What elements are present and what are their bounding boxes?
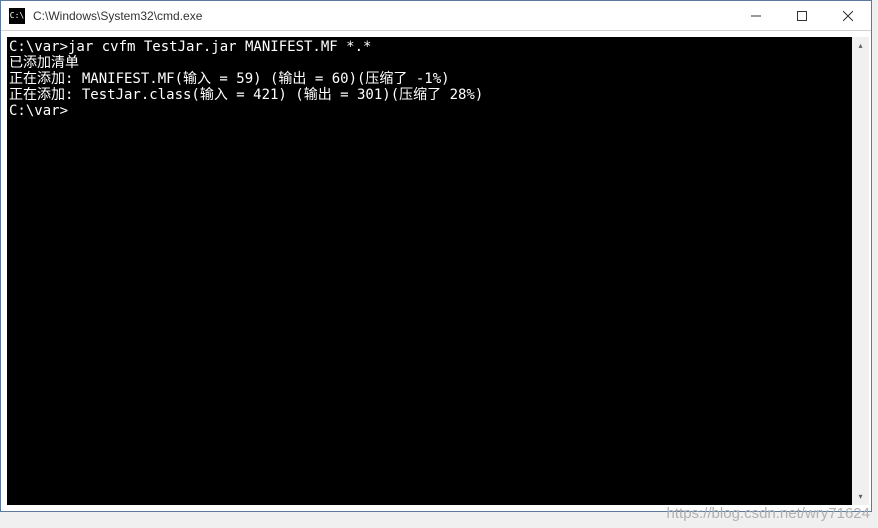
terminal-line: 正在添加: TestJar.class(输入 = 421) (输出 = 301)… (9, 87, 852, 103)
minimize-icon (751, 11, 761, 21)
titlebar[interactable]: C:\ C:\Windows\System32\cmd.exe (1, 1, 871, 31)
close-icon (843, 11, 853, 21)
maximize-icon (797, 11, 807, 21)
terminal-line: C:\var>jar cvfm TestJar.jar MANIFEST.MF … (9, 39, 852, 55)
terminal-line: 已添加清单 (9, 55, 852, 71)
content-area: C:\var>jar cvfm TestJar.jar MANIFEST.MF … (1, 31, 871, 511)
terminal-line: C:\var> (9, 103, 852, 119)
app-icon-label: C:\ (10, 11, 24, 20)
close-button[interactable] (825, 1, 871, 30)
app-icon: C:\ (9, 8, 25, 24)
window-controls (733, 1, 871, 30)
maximize-button[interactable] (779, 1, 825, 30)
terminal[interactable]: C:\var>jar cvfm TestJar.jar MANIFEST.MF … (7, 37, 852, 505)
scroll-up-icon[interactable]: ▴ (852, 37, 869, 54)
terminal-line: 正在添加: MANIFEST.MF(输入 = 59) (输出 = 60)(压缩了… (9, 71, 852, 87)
vertical-scrollbar[interactable]: ▴ ▾ (852, 37, 869, 505)
cmd-window: C:\ C:\Windows\System32\cmd.exe C:\var>j… (0, 0, 872, 512)
minimize-button[interactable] (733, 1, 779, 30)
scroll-down-icon[interactable]: ▾ (852, 488, 869, 505)
window-title: C:\Windows\System32\cmd.exe (31, 9, 733, 23)
